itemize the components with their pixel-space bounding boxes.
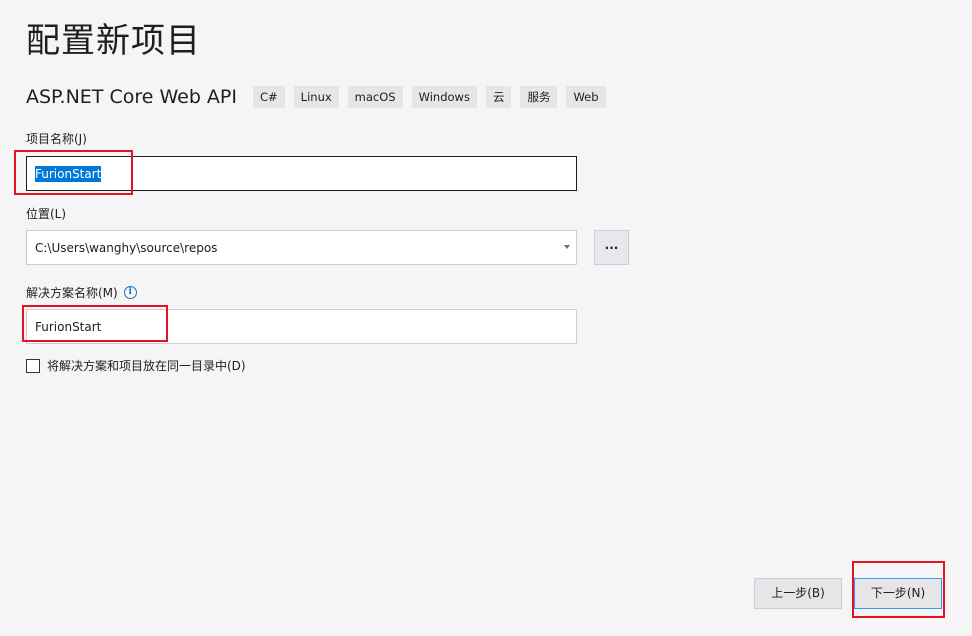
project-name-label: 项目名称(J) [26,130,87,147]
location-value: C:\Users\wanghy\source\repos [35,240,218,255]
solution-name-input[interactable]: FurionStart [26,309,577,344]
project-name-value: FurionStart [35,165,102,182]
back-button[interactable]: 上一步(B) [754,578,842,609]
browse-button[interactable]: ... [594,230,629,265]
tag-macos: macOS [347,86,403,108]
same-directory-option[interactable]: 将解决方案和项目放在同一目录中(D) [26,357,246,374]
project-name-input[interactable]: FurionStart [26,156,577,191]
page-title: 配置新项目 [26,21,201,61]
same-directory-checkbox[interactable] [26,358,40,373]
tag-service: 服务 [520,86,558,108]
tag-linux: Linux [293,86,339,108]
template-name: ASP.NET Core Web API [26,86,237,108]
project-name-label-text: 项目名称(J) [26,132,87,146]
tag-windows: Windows [411,86,477,108]
tag-csharp: C# [253,86,285,108]
location-label: 位置(L) [26,205,66,222]
chevron-down-icon[interactable] [564,245,570,249]
next-button[interactable]: 下一步(N) [854,578,942,609]
info-icon[interactable]: i [123,286,137,299]
tag-cloud: 云 [485,86,512,108]
solution-name-label: 解决方案名称(M) i [26,284,137,301]
location-label-text: 位置(L) [26,207,67,221]
location-combobox[interactable]: C:\Users\wanghy\source\repos [26,230,577,265]
solution-name-label-text: 解决方案名称(M) [26,286,118,300]
tag-web: Web [566,86,606,108]
template-header: ASP.NET Core Web API C# Linux macOS Wind… [26,84,615,110]
solution-name-value: FurionStart [35,319,102,334]
same-directory-label: 将解决方案和项目放在同一目录中(D) [47,359,246,373]
